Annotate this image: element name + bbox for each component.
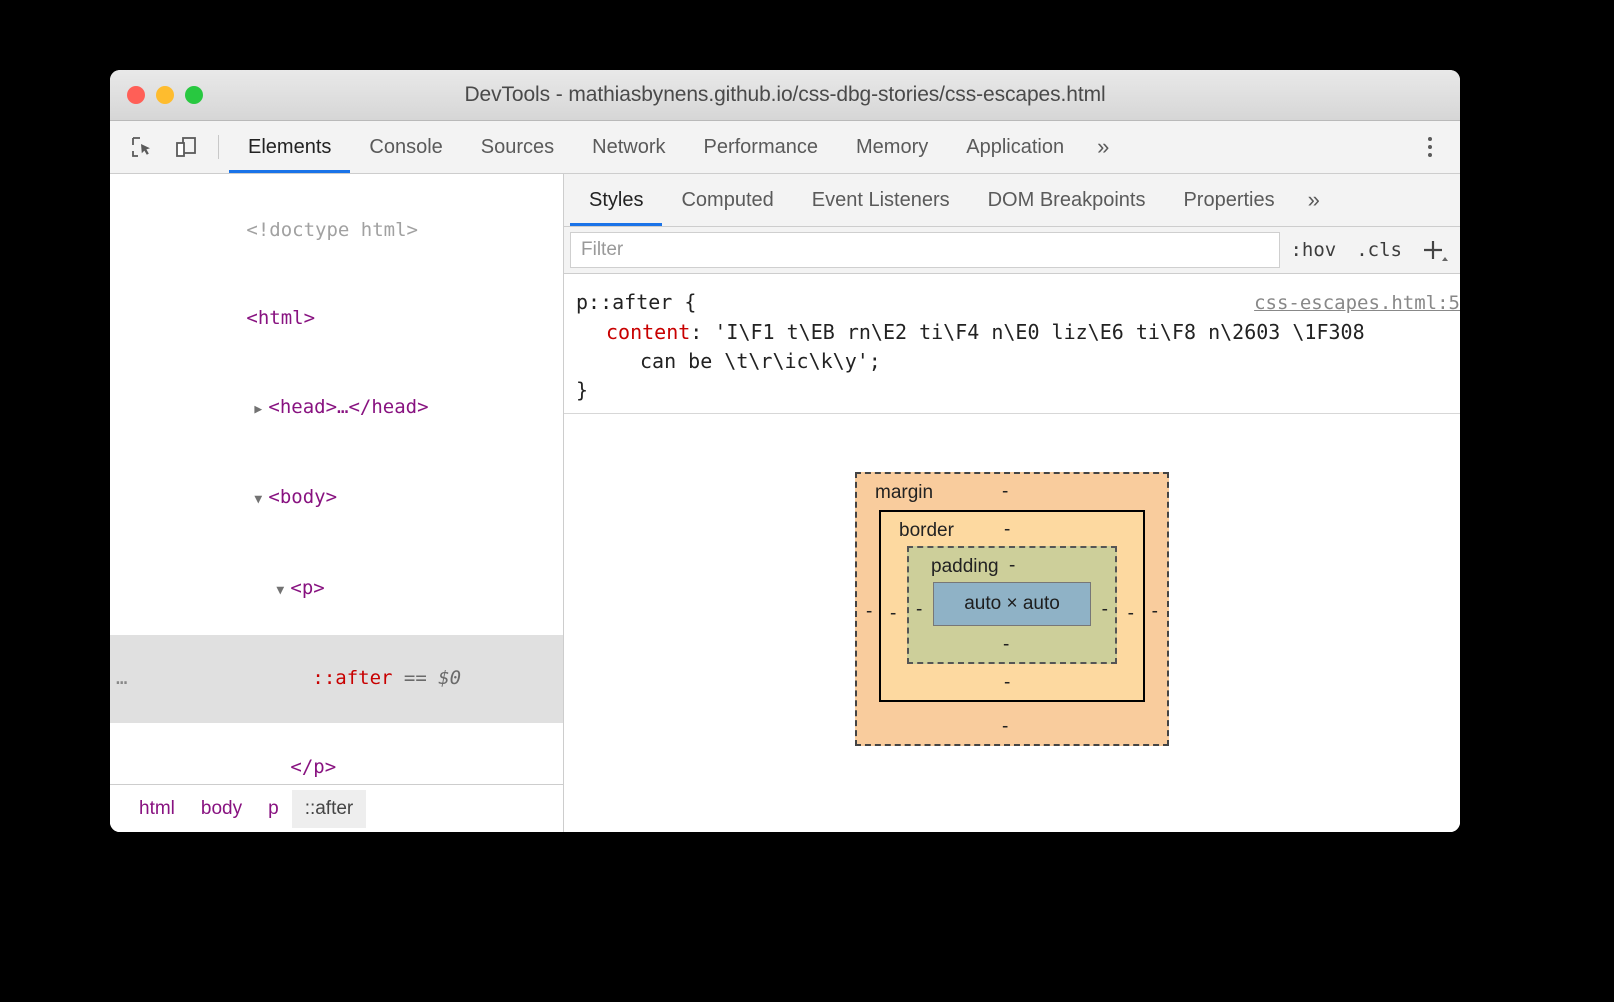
- devtools-window: DevTools - mathiasbynens.github.io/css-d…: [110, 70, 1460, 832]
- dom-line-head[interactable]: ▶ <head>…</head>: [110, 363, 563, 454]
- box-model-margin-top[interactable]: -: [1002, 482, 1008, 501]
- device-toolbar-icon[interactable]: [164, 121, 208, 173]
- css-property-name[interactable]: content: [606, 320, 690, 344]
- tab-network[interactable]: Network: [573, 121, 684, 173]
- dom-line-p-close[interactable]: </p>: [110, 723, 563, 784]
- kebab-menu-icon[interactable]: [1408, 137, 1452, 157]
- tab-event-listeners[interactable]: Event Listeners: [793, 174, 969, 226]
- window-titlebar: DevTools - mathiasbynens.github.io/css-d…: [110, 70, 1460, 121]
- box-model-panel: margin - - - - border - - - - padding -: [564, 414, 1460, 832]
- close-window-button[interactable]: [127, 86, 145, 104]
- css-rule-header: p::after { css-escapes.html:5: [564, 288, 1460, 318]
- box-model-padding-label: padding: [931, 556, 999, 577]
- dom-line-after-pseudo[interactable]: …::after == $0: [110, 634, 563, 723]
- breadcrumb: html body p ::after: [110, 784, 563, 832]
- devtools-main-toolbar: Elements Console Sources Network Perform…: [110, 121, 1460, 174]
- dom-line-doctype[interactable]: <!doctype html>: [110, 186, 563, 275]
- collapse-triangle-icon[interactable]: ▼: [254, 485, 268, 515]
- window-controls: [127, 70, 203, 120]
- tab-properties[interactable]: Properties: [1164, 174, 1293, 226]
- dom-console-ref: $0: [438, 667, 462, 689]
- breadcrumb-item-p[interactable]: p: [255, 790, 292, 828]
- box-model-margin-label: margin: [875, 482, 934, 503]
- box-model-margin-bottom[interactable]: -: [1002, 717, 1008, 736]
- toolbar-right-group: [1387, 121, 1460, 173]
- dom-tag-p-close: </p>: [290, 755, 337, 778]
- element-classes-button[interactable]: .cls: [1346, 239, 1412, 261]
- box-model-border-top[interactable]: -: [1004, 520, 1010, 539]
- more-tabs-chevron-icon[interactable]: »: [1083, 121, 1123, 173]
- box-model-padding-bottom[interactable]: -: [1003, 635, 1009, 654]
- dom-line-body-open[interactable]: ▼ <body>: [110, 454, 563, 545]
- box-model-margin-left[interactable]: -: [866, 602, 872, 621]
- breadcrumb-item-html[interactable]: html: [126, 790, 188, 828]
- box-model-border-right[interactable]: -: [1128, 604, 1134, 623]
- styles-more-tabs-chevron-icon[interactable]: »: [1294, 174, 1334, 226]
- dom-tag-head: <head>…</head>: [268, 395, 429, 418]
- box-model-border-bottom[interactable]: -: [1004, 673, 1010, 692]
- css-property-value-line2[interactable]: can be \t\r\ic\k\y';: [564, 347, 1460, 376]
- css-declaration-content[interactable]: content: 'I\F1 t\EB rn\E2 ti\F4 n\E0 liz…: [564, 318, 1460, 347]
- filter-input[interactable]: [570, 232, 1281, 268]
- tab-styles[interactable]: Styles: [570, 174, 663, 226]
- expand-triangle-icon[interactable]: ▶: [254, 395, 268, 425]
- css-source-link[interactable]: css-escapes.html:5: [1254, 289, 1460, 318]
- tab-elements[interactable]: Elements: [229, 121, 351, 173]
- maximize-window-button[interactable]: [185, 86, 203, 104]
- tab-dom-breakpoints[interactable]: DOM Breakpoints: [969, 174, 1165, 226]
- dom-tree-pane: <!doctype html> <html> ▶ <head>…</head> ▼…: [110, 174, 564, 832]
- toggle-element-state-button[interactable]: :hov: [1280, 239, 1346, 261]
- tab-sources[interactable]: Sources: [462, 121, 573, 173]
- box-model-padding-left[interactable]: -: [916, 600, 922, 619]
- window-title: DevTools - mathiasbynens.github.io/css-d…: [464, 83, 1106, 106]
- box-model-border[interactable]: border - - - - padding - - - - auto × au…: [879, 510, 1145, 702]
- styles-pane-tabs: Styles Computed Event Listeners DOM Brea…: [564, 174, 1460, 227]
- dom-tag-body: <body>: [268, 486, 338, 508]
- dom-tag-p: <p>: [290, 576, 325, 599]
- inspect-element-icon[interactable]: [120, 121, 164, 173]
- box-model-border-label: border: [899, 520, 954, 541]
- css-rules-list: p::after { css-escapes.html:5 content: '…: [564, 274, 1460, 414]
- styles-filter-row: :hov .cls: [564, 227, 1460, 274]
- devtools-panels: <!doctype html> <html> ▶ <head>…</head> ▼…: [110, 174, 1460, 832]
- css-colon: :: [690, 320, 715, 344]
- css-rule-close-brace: }: [576, 378, 589, 402]
- collapse-triangle-icon-p[interactable]: ▼: [276, 576, 290, 606]
- dom-line-html-open[interactable]: <html>: [110, 275, 563, 364]
- tab-application[interactable]: Application: [947, 121, 1083, 173]
- css-selector[interactable]: p::after {: [576, 288, 696, 317]
- box-model-content[interactable]: auto × auto: [933, 582, 1091, 626]
- breadcrumb-item-body[interactable]: body: [188, 790, 255, 828]
- box-model-margin-right[interactable]: -: [1152, 602, 1158, 621]
- box-model-padding-top[interactable]: -: [1009, 556, 1015, 575]
- dom-tag-html: <html>: [246, 307, 316, 329]
- breadcrumb-item-after[interactable]: ::after: [291, 790, 367, 828]
- minimize-window-button[interactable]: [156, 86, 174, 104]
- dom-tree[interactable]: <!doctype html> <html> ▶ <head>…</head> ▼…: [110, 174, 563, 784]
- box-model-padding-right[interactable]: -: [1102, 600, 1108, 619]
- dom-doctype-text: <!doctype html>: [246, 218, 418, 241]
- box-model-padding[interactable]: padding - - - - auto × auto: [907, 546, 1117, 664]
- dom-equals: ==: [392, 667, 439, 689]
- toolbar-divider: [218, 135, 219, 159]
- panel-tabs: Elements Console Sources Network Perform…: [229, 121, 1123, 173]
- tab-computed[interactable]: Computed: [662, 174, 792, 226]
- tab-memory[interactable]: Memory: [837, 121, 947, 173]
- tab-performance[interactable]: Performance: [685, 121, 838, 173]
- css-property-value-line1[interactable]: 'I\F1 t\EB rn\E2 ti\F4 n\E0 liz\E6 ti\F8…: [714, 320, 1364, 344]
- tab-console[interactable]: Console: [350, 121, 461, 173]
- dom-line-p-open[interactable]: ▼ <p>: [110, 544, 563, 635]
- new-style-rule-button[interactable]: [1412, 235, 1454, 265]
- box-model-margin[interactable]: margin - - - - border - - - - padding -: [855, 472, 1169, 746]
- box-model-border-left[interactable]: -: [890, 604, 896, 623]
- styles-pane: Styles Computed Event Listeners DOM Brea…: [564, 174, 1460, 832]
- dom-ellipsis-badge[interactable]: …: [116, 664, 128, 694]
- dom-pseudo-after: ::after: [312, 667, 393, 689]
